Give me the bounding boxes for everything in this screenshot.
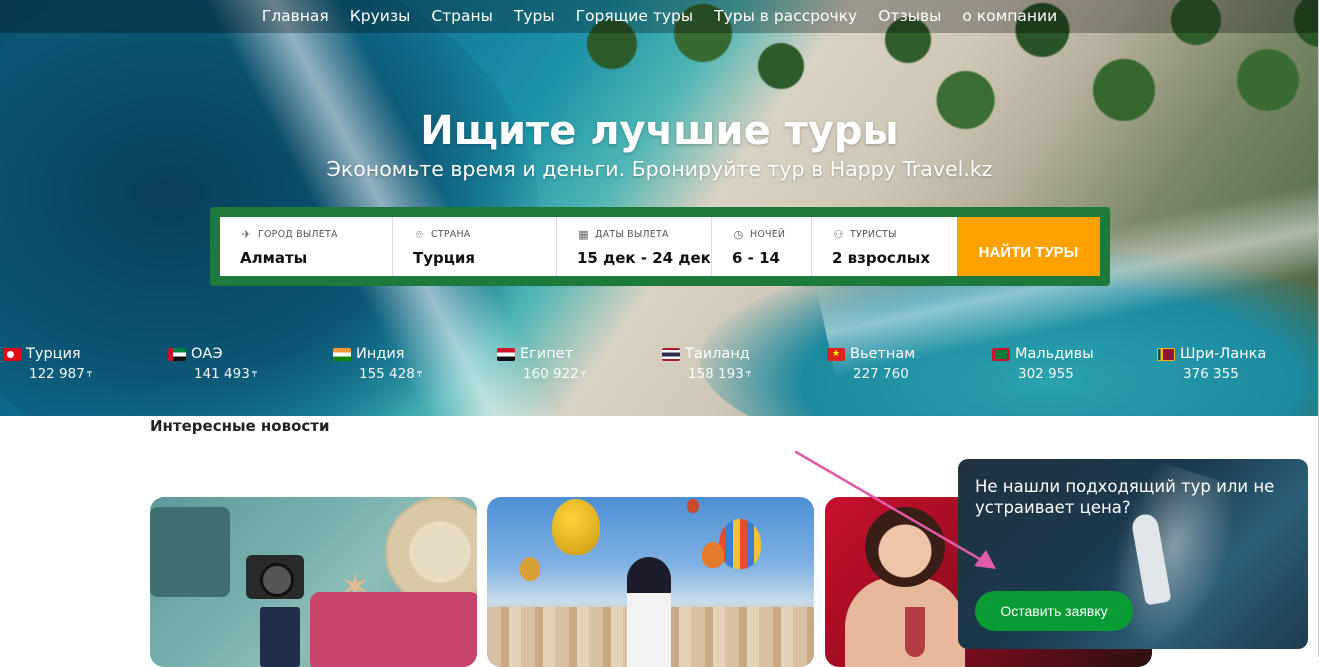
maldives-flag-icon — [992, 347, 1010, 361]
nav-item-tours[interactable]: Туры — [503, 0, 565, 33]
tourists-value: 2 взрослых — [832, 249, 931, 267]
traveler-image — [627, 557, 671, 667]
news-section-title: Интересные новости — [150, 417, 330, 435]
country-name: ОАЭ — [191, 346, 223, 362]
uae-flag-icon — [168, 347, 186, 361]
tourists-field[interactable]: ⚇ Туристы 2 взрослых — [812, 217, 957, 276]
search-fields: ✈ Город вылета Алматы ⌾ Страна Турция ▦ … — [220, 217, 1100, 276]
country-name: Шри-Ланка — [1180, 346, 1267, 362]
news-image-part — [310, 592, 477, 667]
country-name: Индия — [356, 346, 405, 362]
departure-dates-label: ▦ Даты вылета — [577, 227, 711, 241]
thailand-flag-icon — [662, 347, 680, 361]
calendar-icon: ▦ — [578, 227, 589, 241]
country-link-uae[interactable]: ОАЭ 141 493 ₸ — [168, 344, 328, 382]
country-name: Мальдивы — [1015, 346, 1094, 362]
top-navigation: Главная Круизы Страны Туры Горящие туры … — [0, 0, 1319, 33]
news-image-part — [385, 497, 477, 607]
passport-image — [260, 607, 300, 667]
currency-sign: ₸ — [416, 369, 422, 379]
departure-city-value: Алматы — [240, 249, 308, 267]
country-label-text: Страна — [431, 228, 471, 240]
country-value: Турция — [413, 249, 476, 267]
airplane-icon: ✈ — [241, 227, 252, 241]
country-link-turkey[interactable]: Турция 122 987 ₸ — [3, 344, 163, 382]
country-link-india[interactable]: Индия 155 428 ₸ — [333, 344, 493, 382]
country-link-thailand[interactable]: Таиланд 158 193 ₸ — [662, 344, 822, 382]
popup-text: Не нашли подходящий тур или не устраивае… — [975, 477, 1275, 517]
map-pin-icon: ⌾ — [416, 227, 423, 241]
egypt-flag-icon — [497, 347, 515, 361]
balloon-image — [552, 499, 600, 555]
departure-city-label: ✈ Город вылета — [240, 227, 392, 241]
country-link-sri-lanka[interactable]: Шри-Ланка 376 355 — [1157, 344, 1317, 382]
country-link-maldives[interactable]: Мальдивы 302 955 — [992, 344, 1152, 382]
nav-item-installment-tours[interactable]: Туры в рассрочку — [704, 0, 868, 33]
sri-lanka-flag-icon — [1157, 347, 1175, 361]
news-card-travel-packing[interactable]: ✶ — [150, 497, 477, 667]
camera-image — [246, 555, 304, 599]
wine-glass-image — [905, 607, 925, 657]
request-popup: Не нашли подходящий тур или не устраивае… — [958, 459, 1308, 649]
leave-request-button[interactable]: Оставить заявку — [975, 591, 1133, 631]
country-link-egypt[interactable]: Египет 160 922 ₸ — [497, 344, 657, 382]
clock-icon: ◷ — [733, 227, 744, 241]
departure-city-field[interactable]: ✈ Город вылета Алматы — [220, 217, 393, 276]
woman-image — [865, 507, 945, 587]
currency-sign: ₸ — [251, 369, 257, 379]
country-price: 155 428 — [359, 366, 415, 382]
nav-item-reviews[interactable]: Отзывы — [868, 0, 952, 33]
nights-field[interactable]: ◷ Ночей 6 - 14 — [712, 217, 812, 276]
departure-dates-label-text: Даты вылета — [595, 228, 669, 240]
nights-label: ◷ Ночей — [732, 227, 811, 241]
vietnam-flag-icon: ★ — [827, 347, 845, 361]
country-price: 122 987 — [29, 366, 85, 382]
popular-countries: Турция 122 987 ₸ ОАЭ 141 493 ₸ Индия 155 4… — [0, 344, 1319, 388]
nav-item-about[interactable]: о компании — [952, 0, 1068, 33]
nights-value: 6 - 14 — [732, 249, 780, 267]
departure-city-label-text: Город вылета — [258, 228, 338, 240]
country-name: Таиланд — [685, 346, 750, 362]
news-card-cappadocia[interactable] — [487, 497, 814, 667]
departure-dates-field[interactable]: ▦ Даты вылета 15 дек - 24 дек — [557, 217, 712, 276]
currency-sign: ₸ — [745, 369, 751, 379]
tourists-label-text: Туристы — [850, 228, 897, 240]
country-price: 302 955 — [1018, 366, 1074, 382]
country-link-vietnam[interactable]: ★ Вьетнам 227 760 — [827, 344, 987, 382]
country-price: 158 193 — [688, 366, 744, 382]
country-price: 376 355 — [1183, 366, 1239, 382]
country-name: Египет — [520, 346, 574, 362]
country-price: 227 760 — [853, 366, 909, 382]
country-name: Вьетнам — [850, 346, 916, 362]
hero-title: Ищите лучшие туры — [420, 108, 899, 154]
currency-sign: ₸ — [580, 369, 586, 379]
balloon-image — [719, 519, 761, 569]
nav-item-home[interactable]: Главная — [251, 0, 339, 33]
nav-item-hot-tours[interactable]: Горящие туры — [565, 0, 704, 33]
departure-dates-value: 15 дек - 24 дек — [577, 249, 711, 267]
currency-sign: ₸ — [86, 369, 92, 379]
nights-label-text: Ночей — [750, 228, 786, 240]
country-label: ⌾ Страна — [413, 227, 556, 241]
find-tours-button[interactable]: НАЙТИ ТУРЫ — [957, 217, 1100, 276]
tour-search-form: ✈ Город вылета Алматы ⌾ Страна Турция ▦ … — [210, 207, 1110, 286]
nav-item-cruises[interactable]: Круизы — [339, 0, 421, 33]
india-flag-icon — [333, 347, 351, 361]
country-name: Турция — [26, 346, 81, 362]
country-price: 141 493 — [194, 366, 250, 382]
nav-item-countries[interactable]: Страны — [421, 0, 504, 33]
tourists-label: ⚇ Туристы — [832, 227, 957, 241]
balloon-image — [520, 557, 540, 581]
hero-subtitle: Экономьте время и деньги. Бронируйте тур… — [326, 157, 993, 181]
balloon-image — [702, 542, 724, 568]
country-price: 160 922 — [523, 366, 579, 382]
balloon-image — [687, 499, 699, 513]
news-image-part — [150, 507, 230, 597]
turkey-flag-icon — [3, 347, 21, 361]
user-icon: ⚇ — [833, 227, 844, 241]
country-field[interactable]: ⌾ Страна Турция — [393, 217, 557, 276]
